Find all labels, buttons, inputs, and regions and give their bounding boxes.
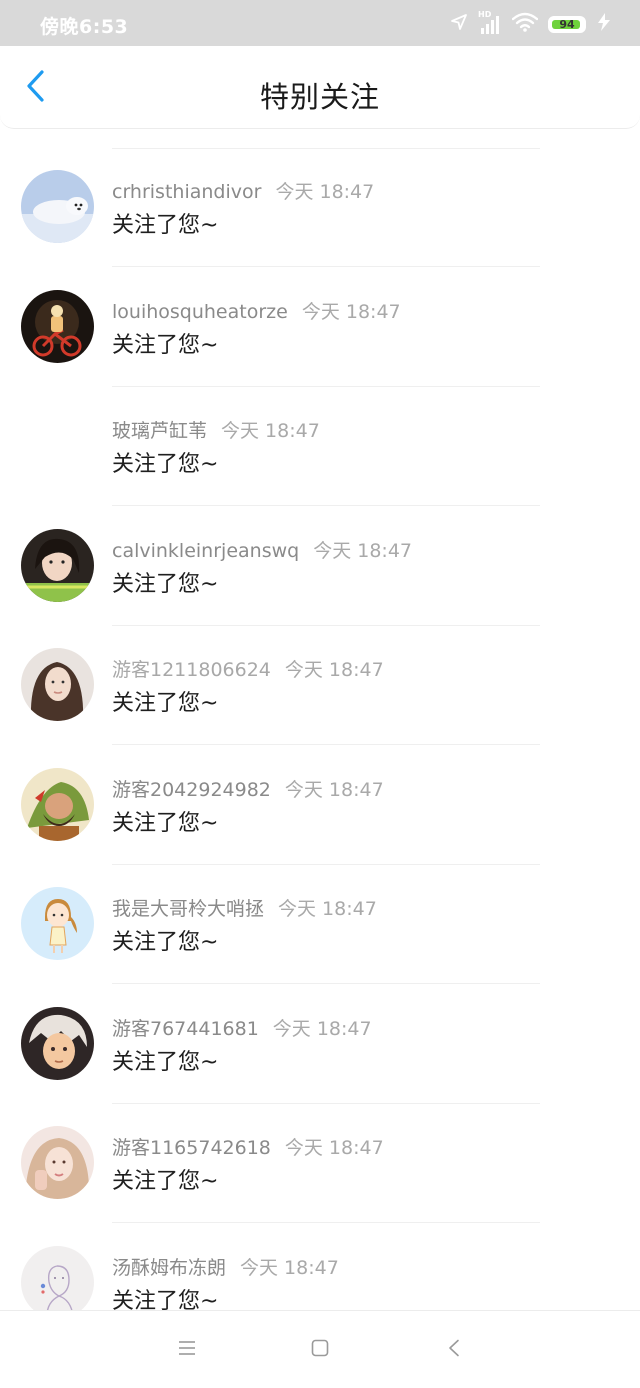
timestamp: 今天 18:47 (284, 659, 384, 681)
home-button[interactable] (303, 1333, 337, 1367)
name-line: 游客2042924982 今天 18:47 (112, 775, 384, 802)
list-item[interactable]: crhristhiandivor 今天 18:47 关注了您~ (0, 148, 640, 267)
timestamp: 今天 18:47 (301, 300, 401, 323)
action-text: 关注了您~ (112, 810, 219, 836)
status-time: 傍晚6:53 (40, 16, 129, 38)
action-text: 关注了您~ (112, 691, 219, 716)
action-text: 关注了您~ (112, 452, 219, 477)
nav-header: 特别关注 (0, 46, 640, 129)
timestamp: 今天 18:47 (284, 778, 384, 801)
username[interactable]: 玻璃芦缸苇 (112, 420, 207, 442)
username[interactable]: crhristhiandivor (112, 181, 261, 203)
name-line: 游客1165742618 今天 18:47 (112, 1133, 384, 1160)
action-text: 关注了您~ (112, 332, 219, 358)
bike-avatar[interactable] (21, 289, 94, 363)
name-line: calvinkleinrjeanswq 今天 18:47 (112, 536, 412, 563)
name-line: 玻璃芦缸苇 今天 18:47 (112, 416, 320, 443)
username[interactable]: 我是大哥柃大哨拯 (112, 898, 264, 920)
username[interactable]: louihosquheatorze (112, 301, 288, 323)
username[interactable]: 汤酥姆布冻朗 (112, 1257, 226, 1279)
seal-avatar[interactable] (21, 170, 94, 243)
action-text: 关注了您~ (112, 930, 219, 955)
timestamp: 今天 18:47 (275, 181, 375, 203)
username[interactable]: 游客1165742618 (112, 1137, 271, 1159)
status-bar: 傍晚6:53 HD 94 (0, 0, 640, 46)
signal-icon: HD (478, 10, 502, 35)
timestamp: 今天 18:47 (272, 1017, 372, 1040)
menu-button[interactable] (170, 1333, 204, 1367)
username[interactable]: 游客1211806624 (112, 659, 271, 681)
list-item[interactable]: 游客767441681 今天 18:47 关注了您~ (0, 985, 640, 1104)
status-icons: HD 94 (450, 10, 612, 36)
timestamp: 今天 18:47 (278, 898, 377, 920)
cartoon-girl-avatar[interactable] (21, 887, 94, 960)
back-triangle-icon (447, 1339, 461, 1361)
list-item[interactable]: 游客1165742618 今天 18:47 关注了您~ (0, 1104, 640, 1223)
page-title: 特别关注 (259, 80, 380, 114)
battery-percent: 94 (559, 17, 575, 31)
list-item[interactable]: 游客1211806624 今天 18:47 关注了您~ (0, 626, 640, 745)
action-text: 关注了您~ (112, 213, 219, 238)
action-text: 关注了您~ (112, 1169, 219, 1194)
selfie-avatar[interactable] (21, 1126, 94, 1199)
list-item[interactable]: louihosquheatorze 今天 18:47 关注了您~ (0, 268, 640, 387)
wifi-icon (511, 12, 539, 36)
list-item[interactable]: calvinkleinrjeanswq 今天 18:47 关注了您~ (0, 507, 640, 626)
home-square-icon (311, 1339, 329, 1361)
name-line: crhristhiandivor 今天 18:47 (112, 177, 374, 204)
woman-avatar[interactable] (21, 648, 94, 721)
menu-icon (178, 1340, 196, 1360)
username[interactable]: 游客767441681 (112, 1018, 259, 1040)
timestamp: 今天 18:47 (221, 420, 320, 442)
girl-avatar[interactable] (21, 528, 94, 602)
battery-icon: 94 (548, 15, 586, 33)
name-line: 游客767441681 今天 18:47 (112, 1014, 372, 1041)
name-line: louihosquheatorze 今天 18:47 (112, 297, 401, 324)
warrior-avatar[interactable] (21, 767, 94, 841)
timestamp: 今天 18:47 (284, 1137, 384, 1159)
name-line: 汤酥姆布冻朗 今天 18:47 (112, 1253, 339, 1280)
location-icon (450, 13, 468, 35)
list-item[interactable]: 游客2042924982 今天 18:47 关注了您~ (0, 746, 640, 865)
username[interactable]: 游客2042924982 (112, 779, 271, 801)
action-text: 关注了您~ (112, 571, 219, 597)
list-item[interactable]: 玻璃芦缸苇 今天 18:47 关注了您~ (0, 387, 640, 506)
username[interactable]: calvinkleinrjeanswq (112, 540, 299, 562)
system-nav-bar (0, 1310, 640, 1388)
list-item[interactable]: 我是大哥柃大哨拯 今天 18:47 关注了您~ (0, 865, 640, 984)
timestamp: 今天 18:47 (240, 1256, 339, 1279)
timestamp: 今天 18:47 (313, 539, 412, 562)
name-line: 游客1211806624 今天 18:47 (112, 655, 384, 682)
anime-boy-avatar[interactable] (21, 1006, 94, 1080)
action-text: 关注了您~ (112, 1049, 219, 1075)
name-line: 我是大哥柃大哨拯 今天 18:47 (112, 894, 377, 921)
charging-icon (596, 12, 612, 36)
system-back-button[interactable] (437, 1333, 471, 1367)
sketch-avatar[interactable] (21, 1245, 94, 1319)
